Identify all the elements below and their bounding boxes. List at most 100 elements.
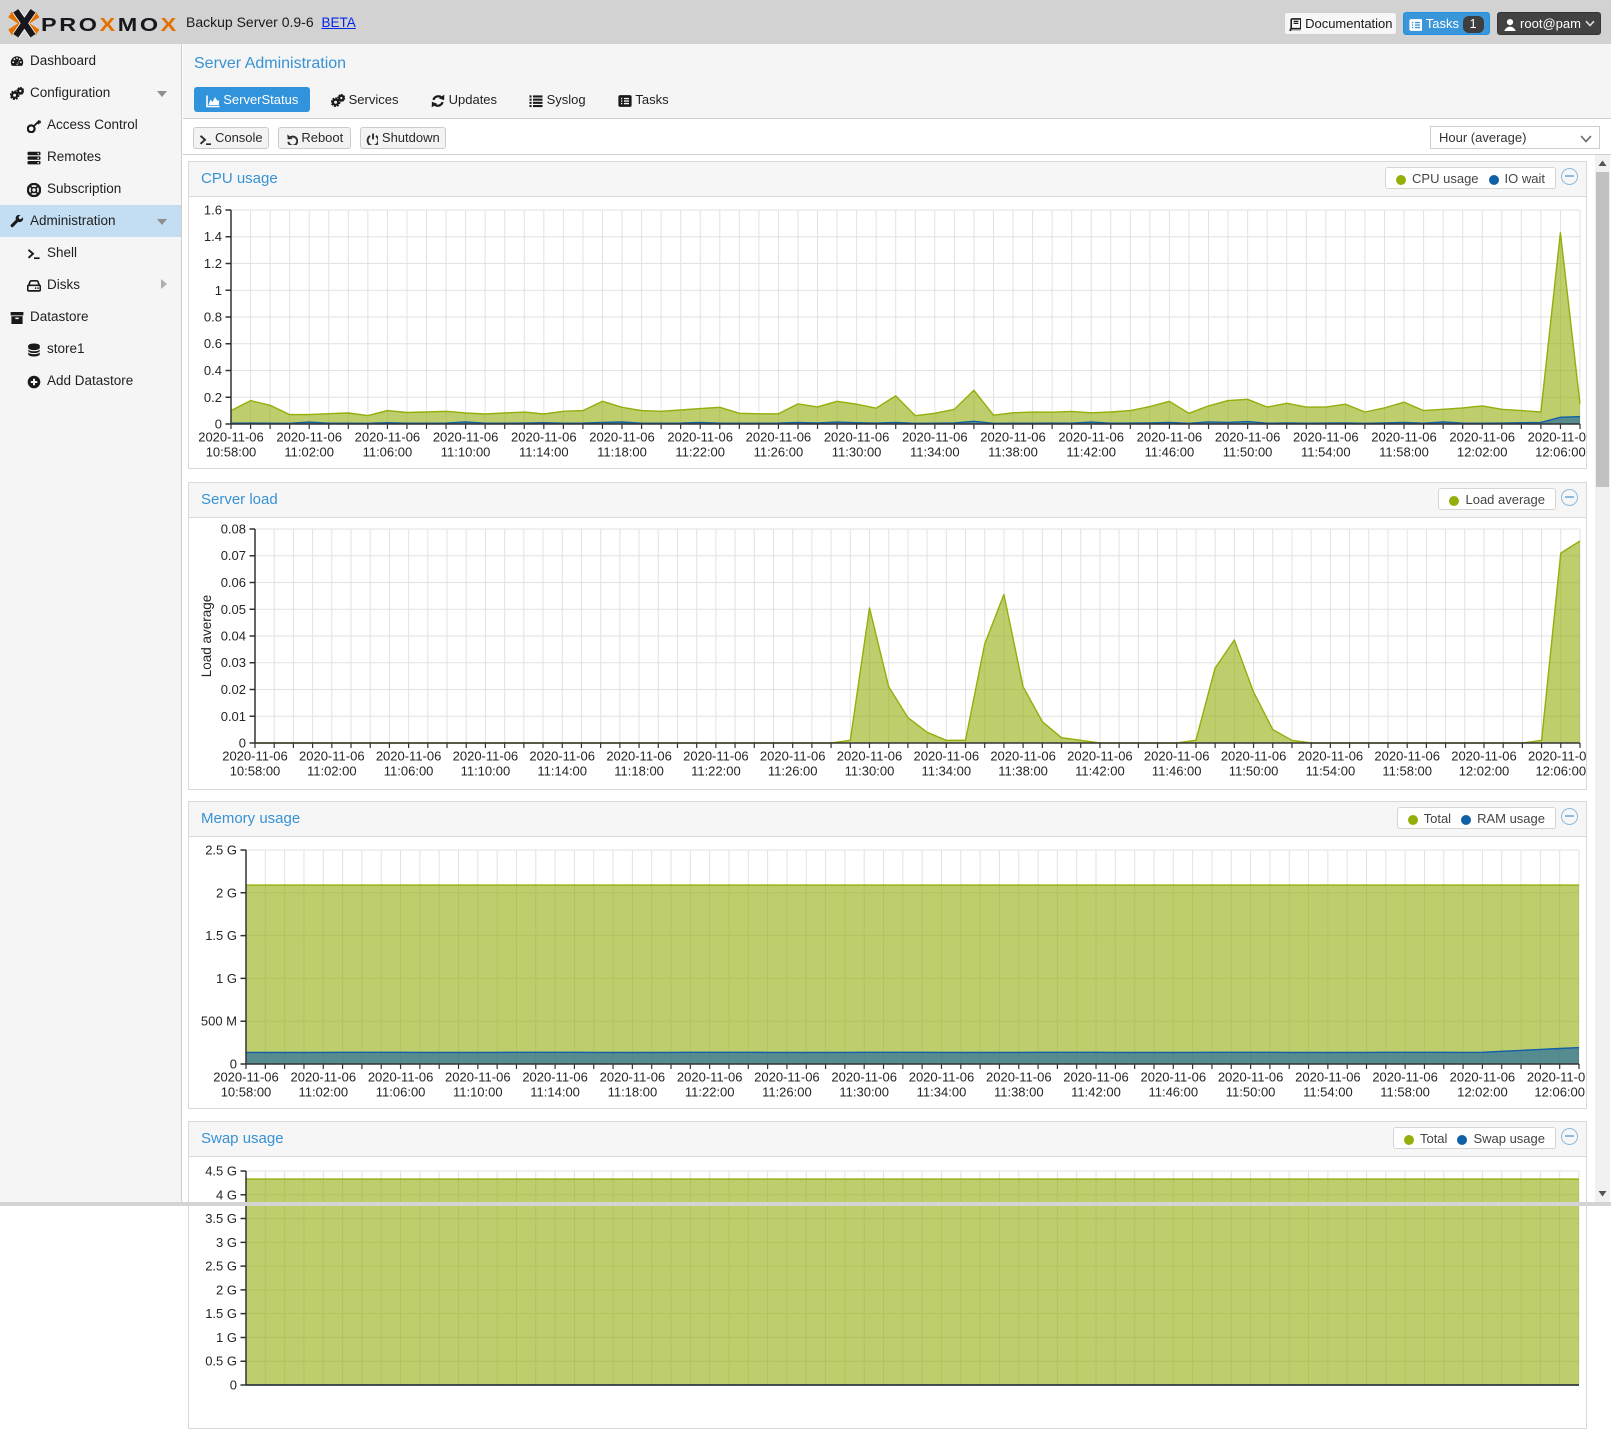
svg-text:11:02:00: 11:02:00 (298, 1085, 348, 1100)
svg-text:11:46:00: 11:46:00 (1145, 445, 1195, 460)
svg-text:1.6: 1.6 (204, 203, 222, 218)
svg-text:11:02:00: 11:02:00 (307, 764, 357, 779)
svg-text:11:42:00: 11:42:00 (1071, 1085, 1121, 1100)
svg-text:2020-11-06: 2020-11-06 (1063, 1070, 1129, 1085)
svg-text:1.4: 1.4 (204, 229, 222, 244)
svg-text:3 G: 3 G (216, 1235, 237, 1250)
svg-text:2020-11-06: 2020-11-06 (1067, 749, 1133, 764)
svg-text:11:26:00: 11:26:00 (762, 1085, 812, 1100)
svg-text:11:58:00: 11:58:00 (1379, 445, 1429, 460)
svg-text:11:46:00: 11:46:00 (1152, 764, 1202, 779)
svg-text:10:58:00: 10:58:00 (221, 1085, 272, 1100)
svg-text:2020-11-06: 2020-11-06 (1449, 430, 1515, 445)
svg-text:11:10:00: 11:10:00 (461, 764, 511, 779)
svg-text:2020-11-06: 2020-11-06 (1058, 430, 1124, 445)
svg-text:11:58:00: 11:58:00 (1380, 1085, 1430, 1100)
svg-text:11:02:00: 11:02:00 (284, 445, 334, 460)
svg-text:4.5 G: 4.5 G (205, 1164, 237, 1179)
svg-text:0.05: 0.05 (221, 602, 246, 617)
svg-text:1 G: 1 G (216, 1330, 237, 1345)
svg-text:11:34:00: 11:34:00 (910, 445, 960, 460)
svg-text:2020-11-06: 2020-11-06 (529, 749, 595, 764)
svg-text:11:58:00: 11:58:00 (1382, 764, 1432, 779)
svg-text:11:14:00: 11:14:00 (519, 445, 569, 460)
svg-text:11:50:00: 11:50:00 (1229, 764, 1279, 779)
svg-text:0.8: 0.8 (204, 310, 222, 325)
svg-text:500 M: 500 M (201, 1014, 237, 1029)
svg-text:11:38:00: 11:38:00 (994, 1085, 1044, 1100)
svg-text:2020-11-06: 2020-11-06 (754, 1070, 820, 1085)
svg-text:12:02:00: 12:02:00 (1459, 764, 1510, 779)
svg-text:11:10:00: 11:10:00 (441, 445, 491, 460)
svg-text:2020-11-06: 2020-11-06 (1371, 430, 1437, 445)
svg-text:2020-11-06: 2020-11-06 (824, 430, 890, 445)
svg-text:2020-11-06: 2020-11-06 (914, 749, 980, 764)
svg-text:11:38:00: 11:38:00 (998, 764, 1048, 779)
svg-text:11:26:00: 11:26:00 (754, 445, 804, 460)
svg-text:2020-11-06: 2020-11-06 (522, 1070, 588, 1085)
svg-text:2020-11-06: 2020-11-06 (355, 430, 421, 445)
svg-text:1.5 G: 1.5 G (205, 928, 237, 943)
svg-text:11:06:00: 11:06:00 (384, 764, 434, 779)
svg-text:11:34:00: 11:34:00 (921, 764, 971, 779)
svg-text:2020-11-06: 2020-11-06 (222, 749, 288, 764)
svg-text:11:42:00: 11:42:00 (1075, 764, 1125, 779)
svg-text:11:14:00: 11:14:00 (530, 1085, 580, 1100)
svg-text:0.04: 0.04 (221, 629, 246, 644)
svg-text:11:06:00: 11:06:00 (363, 445, 413, 460)
svg-text:Load average: Load average (199, 595, 214, 678)
svg-text:2020-11-06: 2020-11-06 (746, 430, 812, 445)
svg-text:2020-11-06: 2020-11-06 (1527, 1070, 1586, 1085)
svg-text:2020-11-06: 2020-11-06 (433, 430, 499, 445)
svg-text:2020-11-06: 2020-11-06 (606, 749, 672, 764)
svg-text:2020-11-06: 2020-11-06 (445, 1070, 511, 1085)
svg-text:11:30:00: 11:30:00 (832, 445, 882, 460)
svg-text:2020-11-06: 2020-11-06 (909, 1070, 975, 1085)
svg-text:11:18:00: 11:18:00 (614, 764, 664, 779)
svg-text:2020-11-06: 2020-11-06 (600, 1070, 666, 1085)
svg-text:2.5 G: 2.5 G (205, 1259, 237, 1274)
svg-text:11:30:00: 11:30:00 (839, 1085, 889, 1100)
svg-text:2020-11-06: 2020-11-06 (1450, 1070, 1516, 1085)
svg-text:11:18:00: 11:18:00 (597, 445, 647, 460)
svg-text:2020-11-06: 2020-11-06 (589, 430, 655, 445)
svg-text:12:02:00: 12:02:00 (1457, 1085, 1508, 1100)
svg-text:2020-11-06: 2020-11-06 (368, 1070, 434, 1085)
svg-text:2020-11-06: 2020-11-06 (213, 1070, 279, 1085)
svg-text:12:06:00: 12:06:00 (1535, 445, 1586, 460)
svg-text:1 G: 1 G (216, 971, 237, 986)
svg-text:2020-11-06: 2020-11-06 (1298, 749, 1364, 764)
svg-text:2020-11-06: 2020-11-06 (1374, 749, 1440, 764)
svg-text:2020-11-06: 2020-11-06 (837, 749, 903, 764)
svg-text:11:50:00: 11:50:00 (1226, 1085, 1276, 1100)
svg-text:11:14:00: 11:14:00 (537, 764, 587, 779)
svg-text:2020-11-06: 2020-11-06 (1528, 749, 1586, 764)
svg-text:11:54:00: 11:54:00 (1301, 445, 1351, 460)
svg-text:0.4: 0.4 (204, 363, 222, 378)
svg-text:11:30:00: 11:30:00 (845, 764, 895, 779)
svg-text:2020-11-06: 2020-11-06 (453, 749, 519, 764)
svg-text:2020-11-06: 2020-11-06 (667, 430, 733, 445)
svg-text:0: 0 (230, 1378, 237, 1393)
svg-text:2020-11-06: 2020-11-06 (1215, 430, 1281, 445)
svg-text:11:50:00: 11:50:00 (1223, 445, 1273, 460)
svg-text:2020-11-06: 2020-11-06 (1141, 1070, 1207, 1085)
svg-text:2020-11-06: 2020-11-06 (511, 430, 577, 445)
svg-text:2020-11-06: 2020-11-06 (1528, 430, 1586, 445)
svg-text:11:06:00: 11:06:00 (376, 1085, 426, 1100)
svg-text:1.2: 1.2 (204, 256, 222, 271)
svg-text:10:58:00: 10:58:00 (230, 764, 281, 779)
svg-text:0.5 G: 0.5 G (205, 1354, 237, 1369)
svg-text:2020-11-06: 2020-11-06 (683, 749, 749, 764)
svg-text:2020-11-06: 2020-11-06 (1218, 1070, 1284, 1085)
svg-text:2020-11-06: 2020-11-06 (980, 430, 1046, 445)
svg-text:2.5 G: 2.5 G (205, 843, 237, 858)
svg-text:2020-11-06: 2020-11-06 (902, 430, 968, 445)
svg-text:0.01: 0.01 (221, 709, 246, 724)
svg-text:12:06:00: 12:06:00 (1534, 1085, 1585, 1100)
svg-text:12:06:00: 12:06:00 (1535, 764, 1586, 779)
svg-text:11:22:00: 11:22:00 (691, 764, 741, 779)
svg-text:0.2: 0.2 (204, 390, 222, 405)
svg-text:2020-11-06: 2020-11-06 (1372, 1070, 1438, 1085)
svg-text:0.6: 0.6 (204, 336, 222, 351)
